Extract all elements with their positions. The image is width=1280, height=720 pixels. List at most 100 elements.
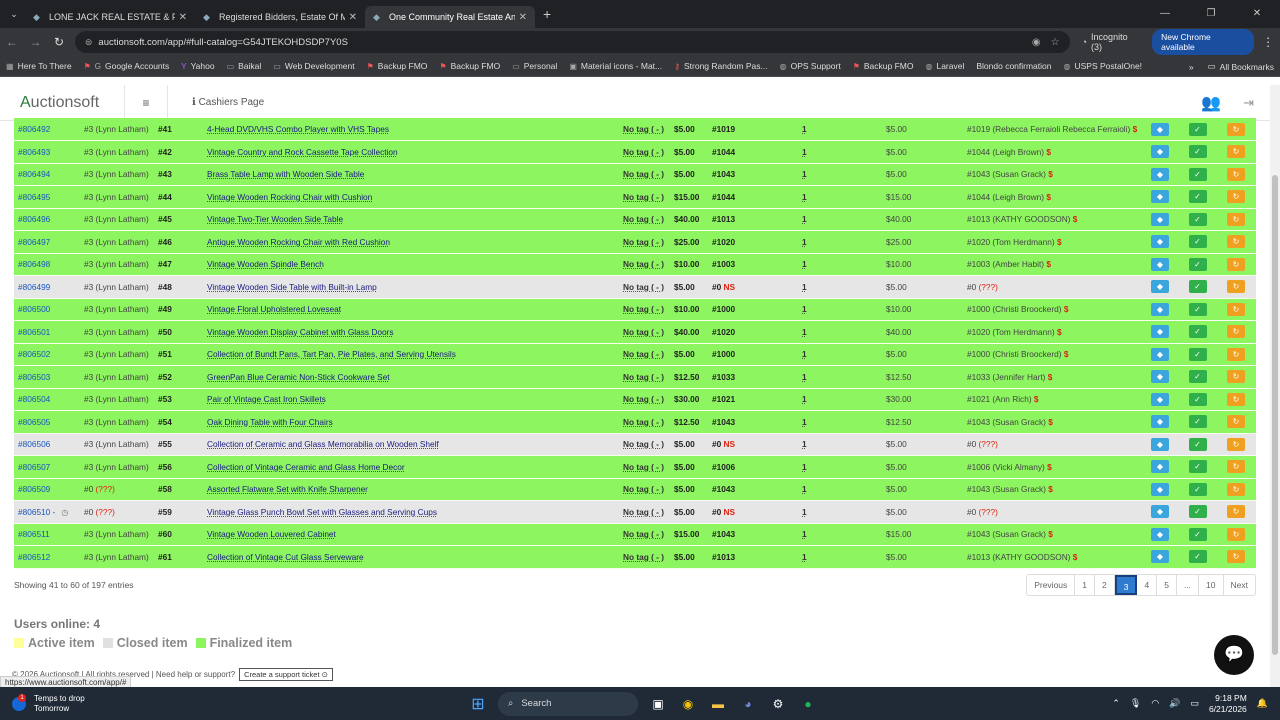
quantity-value[interactable]: 1: [802, 124, 807, 134]
pager-page[interactable]: 1: [1075, 575, 1096, 595]
microphone-icon[interactable]: 🎙: [1130, 698, 1141, 709]
finalize-check-icon[interactable]: ✓: [1188, 550, 1207, 564]
item-id-link[interactable]: #806497: [18, 237, 50, 247]
bidder-number[interactable]: #1019: [712, 124, 735, 134]
finalize-check-icon[interactable]: ✓: [1188, 280, 1207, 294]
reopen-icon[interactable]: ↻: [1227, 370, 1245, 384]
finalize-check-icon[interactable]: ✓: [1188, 505, 1207, 519]
item-name[interactable]: Vintage Wooden Display Cabinet with Glas…: [207, 327, 393, 337]
pager-previous[interactable]: Previous: [1027, 575, 1076, 595]
tag-link[interactable]: No tag ( - ): [623, 462, 664, 472]
spotify-icon[interactable]: ●: [798, 694, 818, 714]
bookmark-item[interactable]: ▦ Here To There: [6, 61, 72, 71]
finalize-check-icon[interactable]: ✓: [1188, 167, 1207, 181]
menu-kebab-icon[interactable]: ⋮: [1256, 35, 1280, 49]
tag-button-icon[interactable]: ◆: [1151, 325, 1169, 339]
tag-link[interactable]: No tag ( - ): [623, 259, 664, 269]
item-id-link[interactable]: #806493: [18, 147, 50, 157]
pager-page[interactable]: 4: [1137, 575, 1158, 595]
bidder-number[interactable]: #1020: [712, 327, 735, 337]
bidder-number[interactable]: #1043: [712, 484, 735, 494]
quantity-value[interactable]: 1: [802, 349, 807, 359]
quantity-value[interactable]: 1: [802, 417, 807, 427]
bidder-number[interactable]: #1000: [712, 304, 735, 314]
back-icon[interactable]: ←: [0, 35, 24, 49]
finalize-check-icon[interactable]: ✓: [1188, 145, 1207, 159]
minimize-icon[interactable]: —: [1142, 0, 1188, 28]
auctionsoft-logo[interactable]: Auctionsoft: [20, 94, 116, 112]
reopen-icon[interactable]: ↻: [1227, 550, 1245, 564]
reopen-icon[interactable]: ↻: [1227, 527, 1245, 541]
browser-tab-2[interactable]: ◆ Registered Bidders, Estate Of M ✕: [195, 6, 365, 28]
quantity-value[interactable]: 1: [802, 484, 807, 494]
item-name[interactable]: 4-Head DVD/VHS Combo Player with VHS Tap…: [207, 124, 389, 134]
chat-widget-icon[interactable]: 💬: [1214, 635, 1254, 675]
bidder-number[interactable]: #1013: [712, 214, 735, 224]
create-support-ticket-button[interactable]: Create a support ticket ⊙: [239, 668, 333, 681]
item-name[interactable]: Vintage Wooden Rocking Chair with Cushio…: [207, 192, 372, 202]
item-id-link[interactable]: #806494: [18, 169, 50, 179]
item-name[interactable]: GreenPan Blue Ceramic Non-Stick Cookware…: [207, 372, 390, 382]
finalize-check-icon[interactable]: ✓: [1188, 437, 1207, 451]
finalize-check-icon[interactable]: ✓: [1188, 235, 1207, 249]
item-id-link[interactable]: #806509: [18, 484, 50, 494]
new-tab-button[interactable]: +: [543, 6, 551, 22]
bidder-number[interactable]: #0: [712, 507, 721, 517]
finalize-check-icon[interactable]: ✓: [1188, 190, 1207, 204]
item-name[interactable]: Assorted Flatware Set with Knife Sharpen…: [207, 484, 368, 494]
item-id-link[interactable]: #806505: [18, 417, 50, 427]
reopen-icon[interactable]: ↻: [1227, 122, 1245, 136]
item-id-link[interactable]: #806511: [18, 529, 50, 539]
tag-button-icon[interactable]: ◆: [1151, 415, 1169, 429]
quantity-value[interactable]: 1: [802, 282, 807, 292]
tag-button-icon[interactable]: ◆: [1151, 347, 1169, 361]
weather-widget[interactable]: 1 Temps to drop Tomorrow: [12, 693, 85, 714]
item-id-link[interactable]: #806512: [18, 552, 50, 562]
reopen-icon[interactable]: ↻: [1227, 460, 1245, 474]
bidder-number[interactable]: #1043: [712, 417, 735, 427]
tab-search-icon[interactable]: ⌄: [3, 4, 25, 24]
logout-icon[interactable]: ⇥: [1243, 95, 1254, 111]
bidder-number[interactable]: #1000: [712, 349, 735, 359]
bidder-number[interactable]: #1013: [712, 552, 735, 562]
bidder-number[interactable]: #1021: [712, 394, 735, 404]
tag-button-icon[interactable]: ◆: [1151, 302, 1169, 316]
tag-button-icon[interactable]: ◆: [1151, 482, 1169, 496]
bookmark-item[interactable]: ◍ OPS Support: [780, 61, 841, 71]
scrollbar-thumb[interactable]: [1272, 175, 1278, 655]
item-id-link[interactable]: #806503: [18, 372, 50, 382]
hamburger-menu-icon[interactable]: ≡: [124, 84, 168, 121]
finalize-check-icon[interactable]: ✓: [1188, 370, 1207, 384]
bookmark-item[interactable]: ◍ Laravel: [925, 61, 964, 71]
bidder-number[interactable]: #1044: [712, 147, 735, 157]
reopen-icon[interactable]: ↻: [1227, 347, 1245, 361]
chevron-up-icon[interactable]: ⌃: [1112, 698, 1120, 709]
bookmark-item[interactable]: ◍ USPS PostalOne!: [1064, 61, 1143, 71]
settings-gear-icon[interactable]: ⚙: [768, 694, 788, 714]
quantity-value[interactable]: 1: [802, 237, 807, 247]
finalize-check-icon[interactable]: ✓: [1188, 122, 1207, 136]
tag-link[interactable]: No tag ( - ): [623, 282, 664, 292]
bookmark-item[interactable]: ▣ Material icons - Mat...: [569, 61, 662, 71]
finalize-check-icon[interactable]: ✓: [1188, 257, 1207, 271]
item-id-link[interactable]: #806499: [18, 282, 50, 292]
quantity-value[interactable]: 1: [802, 462, 807, 472]
quantity-value[interactable]: 1: [802, 327, 807, 337]
close-tab-icon[interactable]: ✕: [349, 12, 357, 23]
quantity-value[interactable]: 1: [802, 192, 807, 202]
page-scrollbar[interactable]: [1270, 85, 1280, 687]
taskbar-search[interactable]: ⌕ Search: [498, 691, 638, 716]
bookmark-item[interactable]: ⚑ G Google Accounts: [84, 61, 170, 71]
tag-link[interactable]: No tag ( - ): [623, 349, 664, 359]
item-name[interactable]: Vintage Floral Upholstered Loveseat: [207, 304, 341, 314]
reopen-icon[interactable]: ↻: [1227, 190, 1245, 204]
item-id-link[interactable]: #806492: [18, 124, 50, 134]
bidder-number[interactable]: #1033: [712, 372, 735, 382]
wifi-icon[interactable]: ◠: [1151, 698, 1159, 709]
finalize-check-icon[interactable]: ✓: [1188, 302, 1207, 316]
item-id-link[interactable]: #806506: [18, 439, 50, 449]
reopen-icon[interactable]: ↻: [1227, 280, 1245, 294]
bookmark-item[interactable]: Blondo confirmation: [976, 61, 1051, 71]
users-group-icon[interactable]: 👥: [1201, 93, 1221, 113]
pager-page-current[interactable]: 3: [1114, 575, 1138, 595]
